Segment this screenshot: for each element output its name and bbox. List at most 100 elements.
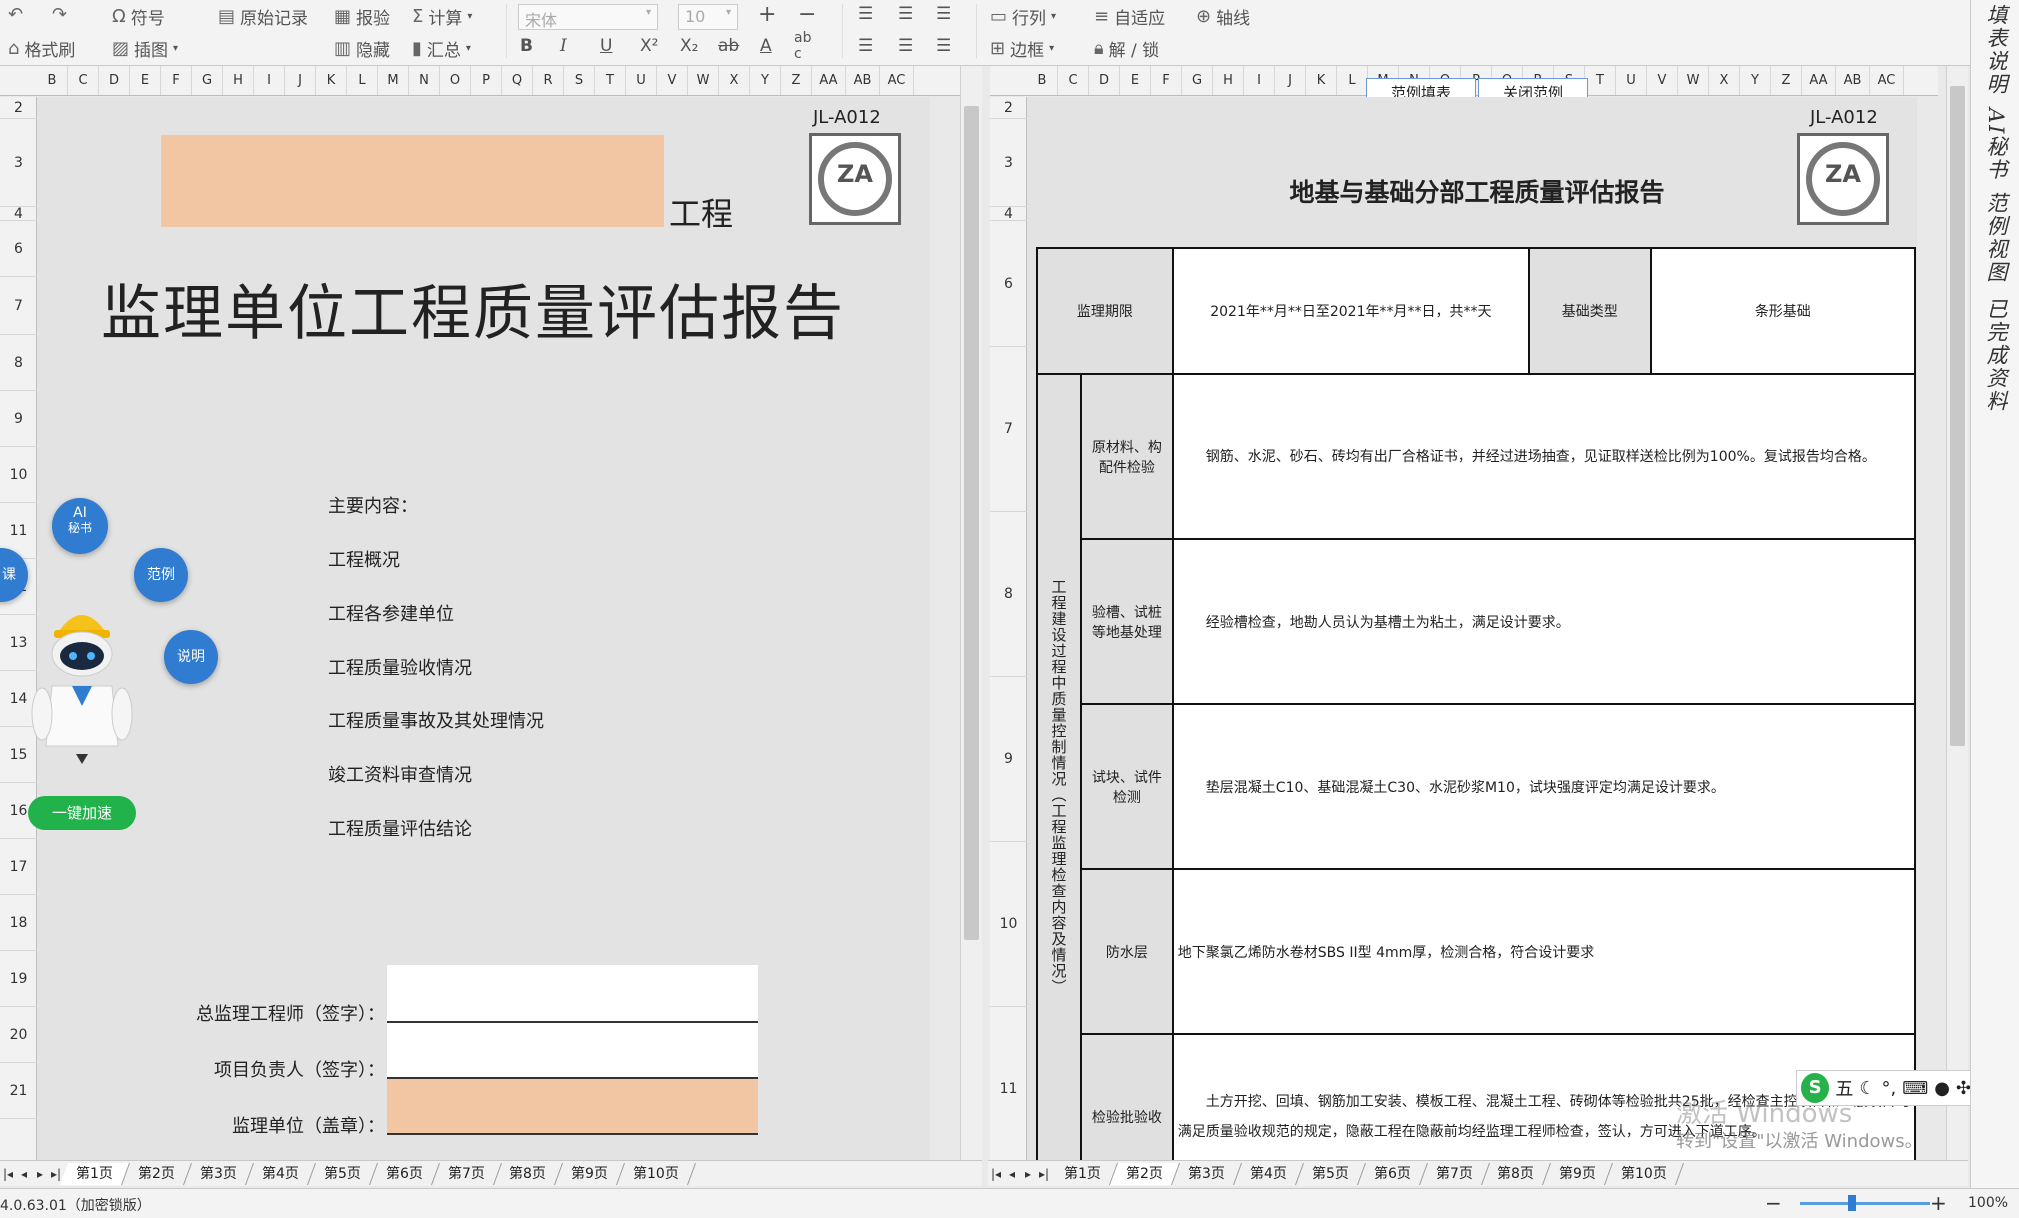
column-header-cell[interactable]: G <box>192 66 223 95</box>
column-header-cell[interactable]: C <box>1058 66 1089 95</box>
sheet-tab[interactable]: 第1页 <box>1047 1162 1118 1185</box>
column-header-cell[interactable]: M <box>378 66 409 95</box>
scroll-thumb[interactable] <box>1950 86 1965 746</box>
column-header-cell[interactable]: X <box>719 66 750 95</box>
column-header-cell[interactable]: AB <box>846 66 880 95</box>
superscript-icon[interactable]: X² <box>640 36 658 56</box>
period-value[interactable]: 2021年**月**日至2021年**月**日，共**天 <box>1171 247 1530 375</box>
sheet-tab[interactable]: 第10页 <box>617 1162 697 1185</box>
sheet-tab[interactable]: 第4页 <box>1233 1162 1304 1185</box>
row-header-cell[interactable]: 6 <box>990 221 1027 347</box>
apps-icon[interactable]: ✣ <box>1956 1078 1971 1099</box>
foundation-type-value[interactable]: 条形基础 <box>1649 247 1917 375</box>
column-header-cell[interactable]: H <box>1213 66 1244 95</box>
left-vertical-scrollbar[interactable] <box>960 66 982 1160</box>
moon-icon[interactable]: ☾ <box>1859 1078 1875 1099</box>
column-header-cell[interactable]: B <box>1027 66 1058 95</box>
sheet-tab[interactable]: 第2页 <box>121 1162 192 1185</box>
row-header-cell[interactable]: 2 <box>990 97 1027 119</box>
strikethrough-icon[interactable]: ab <box>718 36 739 56</box>
hide-button[interactable]: ▥ 隐藏 <box>334 36 390 61</box>
sheet-tab[interactable]: 第6页 <box>369 1162 440 1185</box>
column-header-cell[interactable]: U <box>626 66 657 95</box>
column-header-cell[interactable]: E <box>130 66 161 95</box>
row-content[interactable]: 地下聚氯乙烯防水卷材SBS II型 4mm厚，检测合格，符合设计要求 <box>1171 868 1917 1035</box>
symbol-button[interactable]: Ω 符号 <box>112 4 165 29</box>
sheet-tab[interactable]: 第9页 <box>1543 1162 1614 1185</box>
border-button[interactable]: ⊞ 边框 ▾ <box>990 36 1054 61</box>
first-tab-icon[interactable]: |◂ <box>988 1167 1004 1181</box>
row-header-cell[interactable]: 18 <box>0 895 37 951</box>
inspection-button[interactable]: ▦ 报验 <box>334 4 390 29</box>
column-header-cell[interactable]: L <box>1337 66 1368 95</box>
column-header-cell[interactable]: T <box>595 66 626 95</box>
robot-assistant-icon[interactable] <box>22 596 142 776</box>
row-header-cell[interactable]: 8 <box>990 512 1027 677</box>
subscript-icon[interactable]: X₂ <box>680 36 698 56</box>
row-header-cell[interactable]: 10 <box>990 842 1027 1007</box>
row-header-cell[interactable]: 21 <box>0 1063 37 1119</box>
sheet-tab[interactable]: 第7页 <box>1419 1162 1490 1185</box>
calculate-button[interactable]: Σ 计算 ▾ <box>412 4 472 29</box>
increase-font-icon[interactable]: + <box>758 2 776 27</box>
zoom-slider-handle[interactable] <box>1848 1195 1856 1211</box>
row-header-cell[interactable]: 6 <box>0 221 37 277</box>
align-center-icon[interactable]: ☰ <box>898 36 913 56</box>
font-name-select[interactable]: 宋体 ▾ <box>518 4 658 30</box>
row-header-cell[interactable]: 17 <box>0 839 37 895</box>
column-header-cell[interactable]: I <box>254 66 285 95</box>
keyboard-icon[interactable]: ⌨ <box>1902 1078 1928 1099</box>
column-header-cell[interactable]: G <box>1182 66 1213 95</box>
row-content[interactable]: 垫层混凝土C10、基础混凝土C30、水泥砂浆M10，试块强度评定均满足设计要求。 <box>1171 703 1917 870</box>
sheet-tab[interactable]: 第3页 <box>1171 1162 1242 1185</box>
column-header-cell[interactable]: X <box>1709 66 1740 95</box>
side-tab-example-view[interactable]: 范例视图 <box>1981 192 2011 284</box>
row-header-cell[interactable]: 9 <box>0 391 37 447</box>
insert-image-button[interactable]: ▨ 插图 ▾ <box>112 36 178 61</box>
row-header-cell[interactable]: 3 <box>990 119 1027 207</box>
summary-button[interactable]: ▮ 汇总 ▾ <box>412 36 471 61</box>
column-header-cell[interactable]: V <box>657 66 688 95</box>
column-header-cell[interactable]: N <box>409 66 440 95</box>
column-header-cell[interactable]: I <box>1244 66 1275 95</box>
column-header-cell[interactable]: V <box>1647 66 1678 95</box>
column-header-cell[interactable]: AC <box>1870 66 1904 95</box>
sheet-tab[interactable]: 第10页 <box>1605 1162 1685 1185</box>
column-header-cell[interactable]: E <box>1120 66 1151 95</box>
row-header-cell[interactable]: 11 <box>990 1007 1027 1172</box>
zoom-out-icon[interactable]: − <box>1765 1191 1782 1215</box>
sheet-tab[interactable]: 第7页 <box>431 1162 502 1185</box>
lock-button[interactable]: 🔒︎ 解 / 锁 <box>1094 36 1159 61</box>
row-header-cell[interactable]: 7 <box>0 277 37 335</box>
sheet-tab[interactable]: 第6页 <box>1357 1162 1428 1185</box>
ai-secretary-button[interactable]: AI 秘书 <box>52 498 108 554</box>
font-size-select[interactable]: 10 ▾ <box>678 4 738 30</box>
row-header-cell[interactable]: 2 <box>0 97 37 119</box>
column-header-cell[interactable]: AA <box>1802 66 1836 95</box>
column-header-cell[interactable]: J <box>1275 66 1306 95</box>
column-header-cell[interactable]: R <box>533 66 564 95</box>
prev-tab-icon[interactable]: ◂ <box>1004 1167 1020 1181</box>
side-tab-fill-guide[interactable]: 填表说明 <box>1981 4 2011 96</box>
row-col-button[interactable]: ▭ 行列 ▾ <box>990 4 1056 29</box>
column-header-cell[interactable]: AB <box>1836 66 1870 95</box>
row-header-cell[interactable]: 7 <box>990 347 1027 512</box>
italic-icon[interactable]: I <box>560 36 567 56</box>
undo-icon[interactable]: ↶ <box>8 4 23 25</box>
row-header-cell[interactable]: 8 <box>0 335 37 391</box>
punctuation-icon[interactable]: °, <box>1881 1078 1896 1099</box>
sheet-tab[interactable]: 第8页 <box>493 1162 564 1185</box>
column-header-cell[interactable]: W <box>688 66 719 95</box>
sheet-tab[interactable]: 第2页 <box>1109 1162 1180 1185</box>
row-header-cell[interactable]: 20 <box>0 1007 37 1063</box>
next-tab-icon[interactable]: ▸ <box>32 1167 48 1181</box>
example-button[interactable]: 范例 <box>134 548 188 602</box>
underline-icon[interactable]: U <box>600 36 612 56</box>
column-header-cell[interactable]: W <box>1678 66 1709 95</box>
column-header-cell[interactable]: C <box>68 66 99 95</box>
explain-button[interactable]: 说明 <box>164 630 218 684</box>
column-header-cell[interactable]: Q <box>502 66 533 95</box>
align-right-icon[interactable]: ☰ <box>936 36 951 56</box>
column-header-cell[interactable]: B <box>37 66 68 95</box>
sheet-tab[interactable]: 第5页 <box>1295 1162 1366 1185</box>
